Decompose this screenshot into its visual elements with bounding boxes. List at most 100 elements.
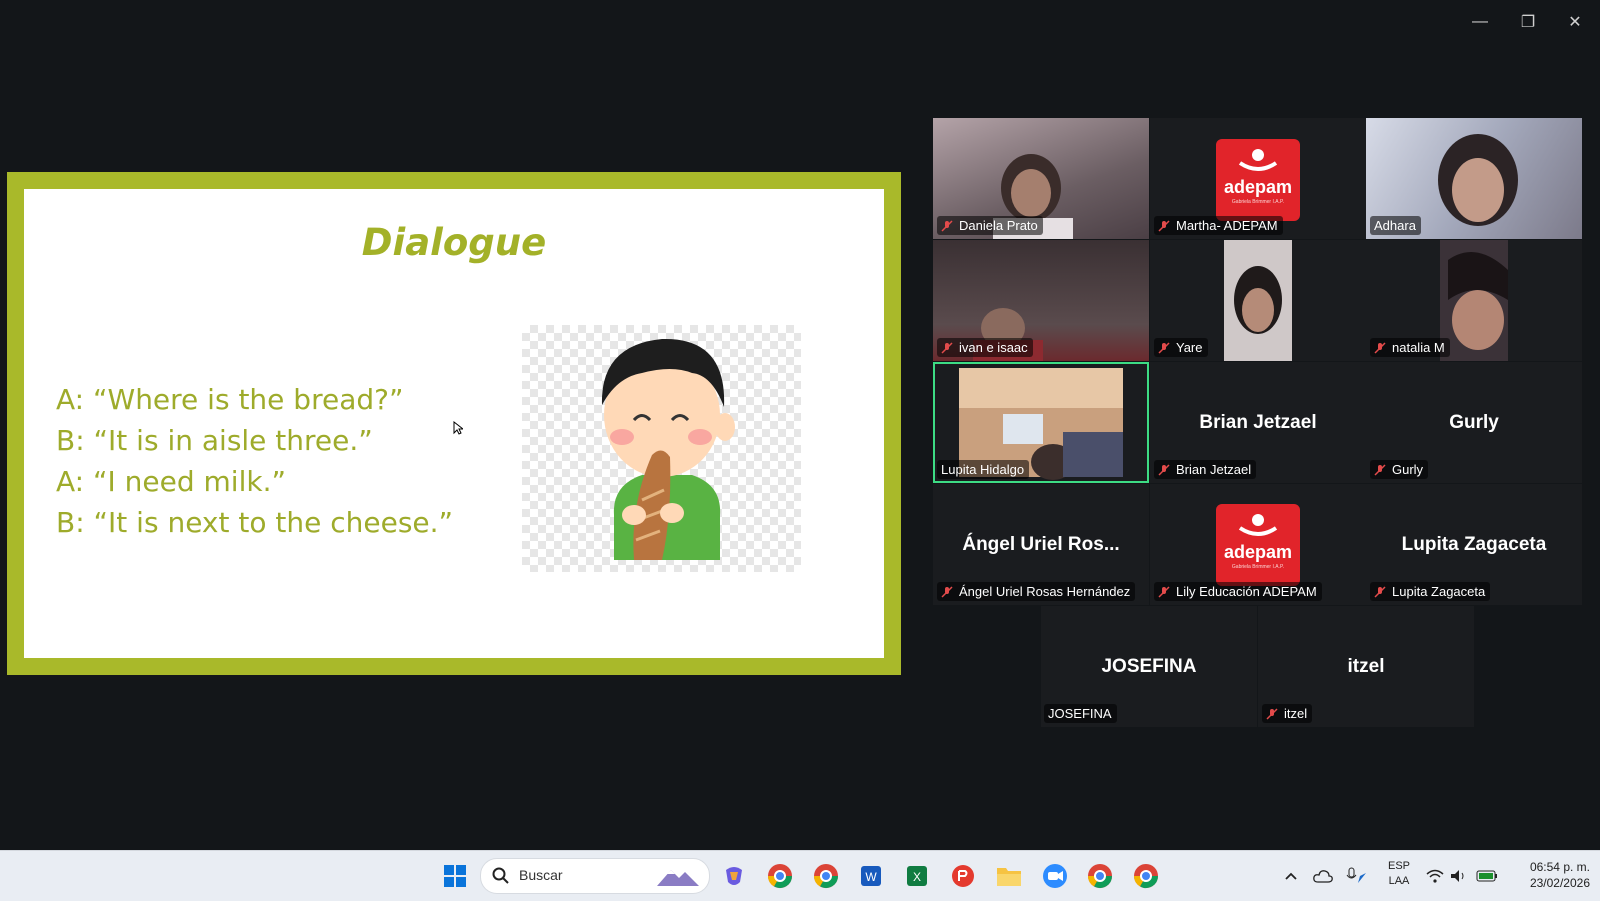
chrome-profile-icon[interactable] — [811, 861, 841, 891]
muted-mic-icon — [1158, 463, 1170, 476]
taskbar-search-box[interactable]: Buscar — [480, 858, 710, 894]
minimize-button[interactable]: — — [1457, 8, 1503, 36]
participant-name: itzel — [1284, 706, 1308, 721]
participant-tile[interactable]: adepam Gabriela Brimmer I.A.P. Martha- A… — [1150, 118, 1366, 239]
adepam-logo-sub: Gabriela Brimmer I.A.P. — [1231, 199, 1285, 205]
participant-name-tag: Martha- ADEPAM — [1154, 216, 1283, 235]
participant-name: Yare — [1176, 340, 1203, 355]
participant-display-name: Gurly — [1449, 412, 1499, 433]
boy-eating-bread-illustration — [522, 325, 801, 572]
participant-tile[interactable]: ivan e isaac — [933, 240, 1149, 361]
layout-code: LAA — [1388, 875, 1410, 887]
participant-name-tag: JOSEFINA — [1044, 704, 1117, 723]
participant-name-tag: natalia M — [1370, 338, 1450, 357]
participant-name: Adhara — [1374, 218, 1416, 233]
svg-text:X: X — [913, 870, 921, 884]
participant-name-tag: Daniela Prato — [937, 216, 1043, 235]
participant-tile[interactable]: Adhara — [1366, 118, 1582, 239]
chrome-icon[interactable] — [765, 861, 795, 891]
muted-mic-icon — [1158, 341, 1170, 354]
participant-name-tag: Lupita Zagaceta — [1370, 582, 1491, 601]
restore-button[interactable]: ❐ — [1505, 8, 1551, 36]
chrome-icon[interactable] — [1131, 861, 1161, 891]
participant-name: Gurly — [1392, 462, 1424, 477]
participant-tile[interactable]: Brian Jetzael Brian Jetzael — [1150, 362, 1366, 483]
participant-name: Lupita Zagaceta — [1392, 584, 1486, 599]
muted-mic-icon — [1158, 219, 1170, 232]
participant-name: JOSEFINA — [1048, 706, 1112, 721]
chrome-icon[interactable] — [1085, 861, 1115, 891]
search-highlight-icon — [657, 870, 699, 886]
windows-taskbar: Buscar W X ESP LAA 06:54 p. m. 23/02/202… — [0, 850, 1600, 901]
battery-icon[interactable] — [1472, 861, 1502, 891]
participant-name-tag: Lupita Hidalgo — [937, 460, 1030, 479]
participant-tile[interactable]: adepam Gabriela Brimmer I.A.P. Lily Educ… — [1150, 484, 1366, 605]
participant-name: Ángel Uriel Rosas Hernández — [959, 584, 1131, 599]
participant-name-tag: ivan e isaac — [937, 338, 1033, 357]
participant-name: Brian Jetzael — [1176, 462, 1252, 477]
word-icon[interactable]: W — [856, 861, 886, 891]
participant-tile[interactable]: Gurly Gurly — [1366, 362, 1582, 483]
participant-display-name: JOSEFINA — [1101, 656, 1197, 677]
adepam-logo-sub: Gabriela Brimmer I.A.P. — [1231, 564, 1285, 570]
participant-tile[interactable]: Lupita Zagaceta Lupita Zagaceta — [1366, 484, 1582, 605]
clock[interactable]: 06:54 p. m. 23/02/2026 — [1510, 859, 1590, 891]
mouse-cursor-icon — [453, 421, 463, 435]
muted-mic-icon — [941, 585, 953, 598]
participant-tile[interactable]: Daniela Prato — [933, 118, 1149, 239]
copilot-icon[interactable] — [719, 861, 749, 891]
muted-mic-icon — [1266, 707, 1278, 720]
participant-name: natalia M — [1392, 340, 1445, 355]
pdf-reader-icon[interactable] — [948, 861, 978, 891]
file-explorer-icon[interactable] — [994, 861, 1024, 891]
participant-tile[interactable]: Yare — [1150, 240, 1366, 361]
participant-tile[interactable]: Ángel Uriel Ros... Ángel Uriel Rosas Her… — [933, 484, 1149, 605]
participant-name-tag: itzel — [1262, 704, 1313, 723]
participant-display-name: Brian Jetzael — [1199, 412, 1317, 433]
participant-name-tag: Gurly — [1370, 460, 1429, 479]
clock-date: 23/02/2026 — [1529, 876, 1590, 890]
slide-title: Dialogue — [361, 221, 547, 264]
participant-name-tag: Lily Educación ADEPAM — [1154, 582, 1322, 601]
muted-mic-icon — [1158, 585, 1170, 598]
muted-mic-icon — [1374, 463, 1386, 476]
participant-name-tag: Yare — [1154, 338, 1208, 357]
muted-mic-icon — [941, 341, 953, 354]
clock-time: 06:54 p. m. — [1529, 860, 1590, 874]
participant-name-tag: Adhara — [1370, 216, 1421, 235]
volume-icon[interactable] — [1444, 861, 1474, 891]
zoom-icon[interactable] — [1040, 861, 1070, 891]
dialogue-line: A: “Where is the bread?” — [56, 383, 404, 416]
search-icon — [492, 867, 509, 884]
participant-name-tag: Ángel Uriel Rosas Hernández — [937, 582, 1136, 601]
search-placeholder: Buscar — [519, 867, 563, 883]
muted-mic-icon — [1374, 585, 1386, 598]
adepam-logo-word: adepam — [1223, 177, 1293, 197]
participant-tile[interactable]: JOSEFINA JOSEFINA — [1041, 606, 1257, 727]
dialogue-line: B: “It is next to the cheese.” — [56, 506, 454, 539]
adepam-logo: adepam Gabriela Brimmer I.A.P. — [1216, 504, 1300, 586]
dialogue-line: A: “I need milk.” — [56, 465, 286, 498]
participant-tile[interactable]: natalia M — [1366, 240, 1582, 361]
participant-name: Lily Educación ADEPAM — [1176, 584, 1317, 599]
excel-icon[interactable]: X — [902, 861, 932, 891]
onedrive-cloud-icon[interactable] — [1308, 861, 1338, 891]
keyboard-language[interactable]: ESP LAA — [1385, 859, 1413, 889]
adepam-logo: adepam Gabriela Brimmer I.A.P. — [1216, 139, 1300, 221]
participant-name: ivan e isaac — [959, 340, 1028, 355]
participant-name-tag: Brian Jetzael — [1154, 460, 1257, 479]
chevron-up-icon[interactable] — [1276, 861, 1306, 891]
dialogue-line: B: “It is in aisle three.” — [56, 424, 373, 457]
language-code: ESP — [1387, 860, 1410, 872]
participant-tile-active-speaker[interactable]: Lupita Hidalgo — [933, 362, 1149, 483]
dialogue-text: A: “Where is the bread?” B: “It is in ai… — [56, 379, 453, 543]
close-button[interactable]: ✕ — [1552, 8, 1598, 36]
adepam-logo-word: adepam — [1223, 542, 1293, 562]
participant-name: Lupita Hidalgo — [941, 462, 1025, 477]
muted-mic-icon — [941, 219, 953, 232]
mic-location-icon[interactable] — [1342, 861, 1372, 891]
participant-display-name: itzel — [1347, 656, 1385, 677]
svg-text:W: W — [865, 870, 877, 884]
windows-start-icon[interactable] — [440, 861, 470, 891]
participant-tile[interactable]: itzel itzel — [1258, 606, 1474, 727]
